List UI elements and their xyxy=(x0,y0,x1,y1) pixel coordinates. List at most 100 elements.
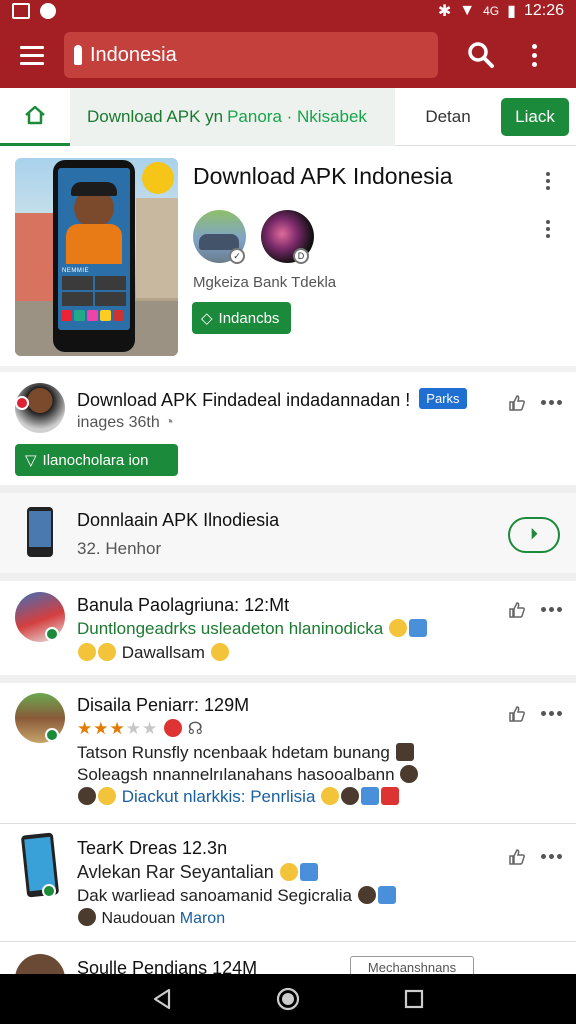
row-title: Donnlaain APK Ilnodiesia xyxy=(77,510,280,530)
list-item[interactable]: Donnlaain APK Ilnodiesia 32. Henhor ⏵ xyxy=(0,493,576,581)
phone-icon xyxy=(27,507,53,557)
row-line-text: Avlekan Rar Seyantalian xyxy=(77,862,274,882)
tag-icon: ◇ xyxy=(201,310,213,327)
more-horiz-icon[interactable] xyxy=(541,711,562,716)
row-title: Download APK Findadeal indadannadan ! xyxy=(77,390,411,410)
row-subtitle: 32. Henhor xyxy=(77,539,162,558)
row-line-text: Diackut nlarkkis: Penrlisia xyxy=(121,787,316,806)
tab-download[interactable]: Download APK yn Panora · Nkisabek xyxy=(70,87,395,146)
ilanocholara-button[interactable]: ▽ Ilanocholara ion xyxy=(15,444,178,476)
notification-icon xyxy=(12,3,30,19)
clock-icon: ◔ xyxy=(164,414,174,431)
row-line-text: Dawallsam xyxy=(121,643,205,662)
indancbs-button[interactable]: ◇ Indancbs xyxy=(192,302,291,334)
smile-icon xyxy=(210,643,229,661)
smile-icon xyxy=(98,643,116,661)
network-label: 4G xyxy=(483,4,500,18)
row-title: Disaila Peniarr: 129M xyxy=(77,695,250,715)
row-line: Duntlongeadrks usleadeton hlaninodicka xyxy=(77,619,428,639)
home-circle-icon[interactable] xyxy=(275,986,301,1012)
card-subtitle: Mgkeiza Bank Tdekla xyxy=(193,274,337,291)
thumb-up-icon[interactable] xyxy=(508,705,526,723)
row-line: Diackut nlarkkis: Penrlisia xyxy=(77,787,400,807)
list-item[interactable]: TearK Dreas 12.3n Avlekan Rar Seyantalia… xyxy=(0,824,576,942)
indancbs-label: Indancbs xyxy=(218,309,280,327)
verified-icon xyxy=(45,728,59,742)
tab-detan[interactable]: Detan xyxy=(395,107,501,127)
emoji-icon xyxy=(357,886,376,904)
verified-icon xyxy=(42,884,56,898)
emoji-icon xyxy=(377,886,396,904)
thumb-up-icon[interactable] xyxy=(508,394,526,412)
row-line-link[interactable]: Maron xyxy=(180,910,225,927)
mechanshnans-button[interactable]: Mechanshnans xyxy=(350,956,474,974)
more-horiz-icon[interactable] xyxy=(541,400,562,405)
row-sub-wrap: inages 36th ◔ xyxy=(77,414,174,432)
menu-icon[interactable] xyxy=(0,22,64,88)
card-title: Download APK Indonesia xyxy=(193,163,453,189)
row-line-text: Naudouan xyxy=(101,910,176,927)
list-item[interactable]: Disaila Peniarr: 129M ★★★★★ ☊ Tatson Run… xyxy=(0,683,576,824)
d-badge-icon: D xyxy=(293,248,309,264)
thumb-up-icon[interactable] xyxy=(508,601,526,619)
emoji-icon xyxy=(400,765,419,783)
search-icon[interactable] xyxy=(448,22,514,88)
featured-card[interactable]: NEMMIE Download APK Indonesia ✓ D Mgkeiz… xyxy=(0,146,576,372)
app-notification-icon xyxy=(40,3,56,19)
more-vert-icon[interactable] xyxy=(514,22,554,88)
note-icon xyxy=(361,787,380,805)
status-bar: ✱ ▼ 4G ▮ 12:26 xyxy=(0,0,576,22)
more-horiz-icon[interactable] xyxy=(541,854,562,859)
row-line: Avlekan Rar Seyantalian xyxy=(77,862,319,883)
location-pin-icon xyxy=(74,45,82,65)
emoji-icon xyxy=(78,787,96,805)
emoji-icon xyxy=(395,743,414,761)
row-line-text: Duntlongeadrks usleadeton hlaninodicka xyxy=(77,619,384,638)
more-horiz-icon[interactable] xyxy=(541,607,562,612)
recents-icon[interactable] xyxy=(403,988,425,1010)
row-line: Naudouan Maron xyxy=(77,908,225,928)
row-line: Tatson Runsfly ncenbaak hdetam bunang xyxy=(77,743,415,763)
app-toolbar: Indonesia xyxy=(0,22,576,88)
smile-icon xyxy=(98,787,116,805)
tab-bar: Download APK yn Panora · Nkisabek Detan … xyxy=(0,87,576,146)
angry-icon xyxy=(163,719,182,737)
more-vert-icon[interactable] xyxy=(544,220,552,238)
featured-thumbnail: NEMMIE xyxy=(15,158,178,356)
search-input[interactable]: Indonesia xyxy=(64,32,438,78)
laugh-icon xyxy=(321,787,340,805)
battery-icon: ▮ xyxy=(507,3,516,20)
row-title: TearK Dreas 12.3n xyxy=(77,838,228,858)
note-icon xyxy=(408,619,427,637)
row-title: Soulle Pendians 124M xyxy=(77,958,258,974)
rating-stars: ★★★★★ ☊ xyxy=(77,719,203,738)
verified-icon xyxy=(15,396,29,410)
flag-icon xyxy=(381,787,400,805)
more-vert-icon[interactable] xyxy=(544,172,552,190)
note-icon xyxy=(299,863,318,881)
thumb-up-icon[interactable] xyxy=(508,848,526,866)
search-text: Indonesia xyxy=(90,43,177,66)
emoji-icon xyxy=(341,787,360,805)
badge-sticker xyxy=(142,162,174,194)
row-title: Banula Paolagriuna: 12:Mt xyxy=(77,595,290,615)
tag-icon: ▽ xyxy=(25,452,37,469)
list-item[interactable]: Banula Paolagriuna: 12:Mt Duntlongeadrks… xyxy=(0,581,576,683)
verified-icon: ✓ xyxy=(229,248,245,264)
status-time: 12:26 xyxy=(523,2,564,19)
avatar xyxy=(15,954,65,974)
row-line-text: Tatson Runsfly ncenbaak hdetam bunang xyxy=(77,743,390,762)
emoji-icon xyxy=(78,908,96,926)
tab-home[interactable] xyxy=(0,88,70,146)
row-subtitle: inages 36th xyxy=(77,414,160,431)
back-icon[interactable] xyxy=(151,987,173,1011)
toggle-button[interactable]: ⏵ xyxy=(508,517,560,553)
parks-tag[interactable]: Parks xyxy=(419,388,467,409)
smile-icon xyxy=(388,619,407,637)
liack-button[interactable]: Liack xyxy=(501,97,569,136)
list-item[interactable]: Soulle Pendians 124M Mechanshnans xyxy=(0,942,576,974)
row-line: Dak warliead sanoamanid Segicralia xyxy=(77,886,397,906)
row-line: Dawallsam xyxy=(77,643,230,663)
row-line-text: Dak warliead sanoamanid Segicralia xyxy=(77,886,352,905)
list-item[interactable]: Download APK Findadeal indadannadan ! Pa… xyxy=(0,372,576,493)
